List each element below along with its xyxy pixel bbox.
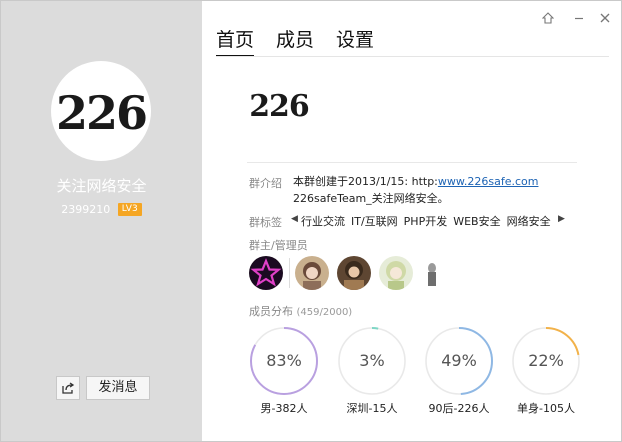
tag-item[interactable]: 行业交流 xyxy=(301,213,345,229)
ring-label: 男-382人 xyxy=(260,402,308,415)
star-avatar-icon xyxy=(250,257,282,289)
tags-prev-arrow-icon[interactable]: ◀ xyxy=(291,214,298,224)
minimize-button[interactable] xyxy=(571,10,587,26)
tab-home[interactable]: 首页 xyxy=(216,25,255,57)
svg-text:226: 226 xyxy=(249,89,309,124)
admin-avatar[interactable] xyxy=(295,256,329,290)
send-message-button[interactable]: 发消息 xyxy=(86,376,150,400)
profile-sidebar: 226 关注网络安全 2399210 LV3 发消息 xyxy=(1,1,202,441)
tag-item[interactable]: IT/互联网 xyxy=(351,213,398,229)
tab-divider xyxy=(216,56,609,57)
ring-city[interactable]: 3% xyxy=(337,326,407,396)
admin-avatar-image xyxy=(421,256,441,290)
owner-avatar[interactable] xyxy=(249,256,283,290)
share-icon xyxy=(62,382,75,394)
share-button[interactable] xyxy=(56,376,80,400)
admin-avatar[interactable] xyxy=(337,256,371,290)
tags-list: 行业交流 IT/互联网 PHP开发 WEB安全 网络安全 xyxy=(301,213,557,229)
group-name: 关注网络安全 xyxy=(56,177,147,195)
tab-members[interactable]: 成员 xyxy=(276,25,314,52)
tags-label: 群标签 xyxy=(249,216,282,229)
close-icon xyxy=(600,13,610,23)
group-id-row: 2399210 LV3 xyxy=(1,202,202,216)
distribution-title: 成员分布 xyxy=(249,305,293,318)
close-button[interactable] xyxy=(597,10,613,26)
tab-settings[interactable]: 设置 xyxy=(336,25,374,52)
intro-label: 群介绍 xyxy=(249,177,282,190)
intro-text: 本群创建于2013/1/15: http:www.226safe.com 226… xyxy=(293,173,593,207)
intro-link[interactable]: www.226safe.com xyxy=(438,175,539,188)
ring-label: 90后-226人 xyxy=(428,402,490,415)
tag-item[interactable]: WEB安全 xyxy=(453,213,500,229)
admins-divider xyxy=(289,258,290,288)
admin-avatar[interactable] xyxy=(421,256,441,290)
intro-line-1: 本群创建于2013/1/15: http: xyxy=(293,175,438,188)
distribution-count: (459/2000) xyxy=(296,307,353,318)
admin-avatar-image xyxy=(295,256,329,290)
pin-button[interactable] xyxy=(540,10,556,26)
tags-next-arrow-icon[interactable]: ▶ xyxy=(558,214,565,224)
group-logo: 226 xyxy=(247,73,311,137)
admin-avatar-image xyxy=(379,256,413,290)
tag-item[interactable]: PHP开发 xyxy=(404,213,448,229)
admin-avatar-image xyxy=(337,256,371,290)
ring-percent: 83% xyxy=(266,351,302,370)
ring-label: 深圳-15人 xyxy=(346,402,398,415)
ring-gender[interactable]: 83% xyxy=(249,326,319,396)
pin-icon xyxy=(542,12,554,24)
admin-avatar[interactable] xyxy=(379,256,413,290)
intro-line-2: 226safeTeam_关注网络安全。 xyxy=(293,192,449,205)
logo-divider xyxy=(247,162,577,163)
ring-percent: 3% xyxy=(359,351,385,370)
minimize-icon xyxy=(575,17,583,20)
level-badge: LV3 xyxy=(117,202,142,216)
ring-percent: 22% xyxy=(528,351,564,370)
avatar-226-graphic: 226 xyxy=(56,86,148,140)
group-id: 2399210 xyxy=(61,202,111,216)
ring-label: 单身-105人 xyxy=(517,402,575,415)
group-profile-window: 226 关注网络安全 2399210 LV3 发消息 首页 成员 设置 226 … xyxy=(0,0,622,442)
ring-age[interactable]: 49% xyxy=(424,326,494,396)
svg-text:226: 226 xyxy=(56,86,146,140)
logo-226-graphic: 226 xyxy=(249,89,310,124)
distribution-label: 成员分布 (459/2000) xyxy=(249,303,352,319)
ring-single[interactable]: 22% xyxy=(511,326,581,396)
admins-label: 群主/管理员 xyxy=(249,239,308,252)
ring-percent: 49% xyxy=(441,351,477,370)
group-avatar[interactable]: 226 xyxy=(51,61,151,161)
tag-item[interactable]: 网络安全 xyxy=(507,213,551,229)
